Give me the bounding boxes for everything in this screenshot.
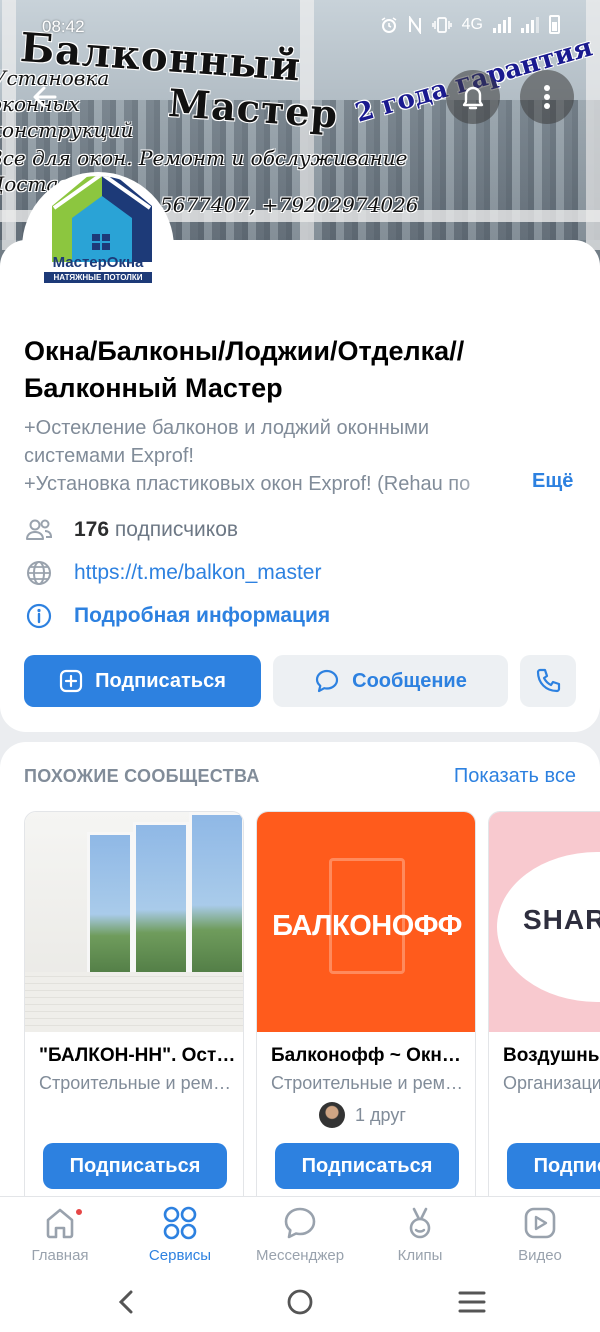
bottom-tab-bar: Главная Сервисы Мессенджер Клипы Видео <box>0 1196 600 1272</box>
community-card[interactable]: SHARB Воздушные шары Организация Подписа… <box>488 811 600 1211</box>
arrow-left-icon <box>33 86 57 108</box>
community-image: БАЛКОНОФФ <box>257 812 475 1032</box>
status-bar: 08:42 4G <box>0 0 600 54</box>
subscribers-label: подписчиков <box>114 518 239 541</box>
people-icon <box>26 519 53 540</box>
nav-recents-button[interactable] <box>452 1286 492 1318</box>
friends-count: 1 друг <box>355 1104 406 1125</box>
nav-back-button[interactable] <box>106 1286 146 1318</box>
message-button[interactable]: Сообщение <box>273 655 508 707</box>
description[interactable]: +Остекление балконов и лоджий оконными с… <box>24 414 524 498</box>
image-window <box>133 822 189 982</box>
details-link[interactable]: Подробная информация <box>74 604 330 628</box>
status-time: 08:42 <box>42 17 85 36</box>
tab-label: Главная <box>31 1247 89 1264</box>
services-icon <box>163 1206 197 1240</box>
subscribers-count: 176 <box>74 518 110 541</box>
show-all-link[interactable]: Показать все <box>454 765 576 788</box>
tab-video[interactable]: Видео <box>480 1205 600 1264</box>
logo-text-a: SHAR <box>523 904 600 935</box>
description-line: системами Exprof! <box>24 445 194 467</box>
avatar-brand-name: МастерОкна <box>52 254 144 271</box>
community-card[interactable]: БАЛКОНОФФ Балконофф ~ Окна и балконы Стр… <box>256 811 476 1211</box>
tab-label: Сервисы <box>148 1247 212 1264</box>
video-icon <box>524 1207 556 1239</box>
community-subscribe-button[interactable]: Подписаться <box>43 1143 227 1189</box>
plus-square-icon <box>60 669 83 693</box>
status-icons: 4G <box>380 15 560 34</box>
home-icon <box>46 1208 74 1239</box>
globe-icon <box>27 561 51 585</box>
call-button[interactable] <box>520 655 576 707</box>
community-subscribe-button[interactable]: Подписаться <box>275 1143 459 1189</box>
external-link[interactable]: https://t.me/balkon_master <box>74 561 321 585</box>
phone-icon <box>536 668 561 693</box>
bell-icon <box>462 86 484 110</box>
clips-icon <box>409 1207 431 1239</box>
similar-communities: ПОХОЖИЕ СООБЩЕСТВА Показать все "БАЛКОН-… <box>0 742 600 1212</box>
notification-badge <box>74 1207 84 1217</box>
tab-label: Видео <box>518 1247 562 1264</box>
community-category: Строительные и ремонтные <box>39 1073 239 1093</box>
similar-heading: ПОХОЖИЕ СООБЩЕСТВА <box>24 766 260 786</box>
info-icon <box>26 603 52 629</box>
menu-lines-icon <box>458 1291 486 1313</box>
alarm-icon <box>381 16 397 33</box>
tab-clips[interactable]: Клипы <box>360 1205 480 1264</box>
circle-home-icon <box>287 1289 313 1315</box>
tab-label: Мессенджер <box>255 1247 345 1264</box>
nav-home-button[interactable] <box>280 1286 320 1318</box>
description-line: +Остекление балконов и лоджий оконными <box>24 417 430 439</box>
avatar[interactable]: МастерОкна НАТЯЖНЫЕ ПОТОЛКИ <box>22 172 174 324</box>
tab-messenger[interactable]: Мессенджер <box>240 1205 360 1264</box>
cover-phones: 5677407, +79202974026 <box>160 193 419 217</box>
chevron-left-icon <box>118 1290 133 1314</box>
details-row[interactable]: Подробная информация <box>24 601 330 631</box>
subscribers-row[interactable]: 176 подписчиков <box>24 515 238 545</box>
friends-info: 1 друг <box>319 1102 406 1128</box>
image-window <box>189 812 243 982</box>
community-subscribe-button[interactable]: Подписаться <box>507 1143 600 1189</box>
signal-icon <box>493 16 511 33</box>
vibrate-icon <box>431 16 452 33</box>
image-window <box>87 832 133 982</box>
community-category: Организация <box>503 1073 600 1093</box>
network-type: 4G <box>461 15 483 33</box>
tab-services[interactable]: Сервисы <box>120 1205 240 1264</box>
notifications-button[interactable] <box>446 70 500 124</box>
cover-text-line: конструкций <box>0 118 134 142</box>
back-button[interactable] <box>18 70 72 124</box>
tab-home[interactable]: Главная <box>0 1205 120 1264</box>
page-title: Окна/Балконы/Лоджии/Отделка// Балконный … <box>24 336 465 403</box>
tab-label: Клипы <box>397 1247 443 1264</box>
community-category: Строительные и ремонтные <box>271 1073 471 1093</box>
description-more-link[interactable]: Ещё <box>532 470 573 493</box>
community-name: "БАЛКОН-НН". Остекление <box>39 1045 239 1066</box>
more-options-button[interactable] <box>520 70 574 124</box>
community-logo-text: БАЛКОНОФФ <box>272 910 462 942</box>
system-nav-bar <box>0 1272 600 1332</box>
signal-icon <box>521 16 539 33</box>
image-sill <box>25 972 243 1032</box>
more-vertical-icon <box>544 85 550 109</box>
community-image <box>25 812 243 1032</box>
community-card[interactable]: "БАЛКОН-НН". Остекление Строительные и р… <box>24 811 244 1211</box>
subscribe-button-label: Подписаться <box>95 669 226 692</box>
avatar-brand-sub: НАТЯЖНЫЕ ПОТОЛКИ <box>44 272 152 283</box>
message-button-label: Сообщение <box>352 669 467 692</box>
description-line: +Установка пластиковых окон Exprof! (Reh… <box>24 473 471 495</box>
community-name: Воздушные шары <box>503 1045 600 1066</box>
messenger-icon <box>284 1207 316 1239</box>
nfc-icon <box>408 15 421 34</box>
link-row[interactable]: https://t.me/balkon_master <box>24 558 321 588</box>
community-name: Балконофф ~ Окна и балконы <box>271 1045 471 1066</box>
community-image: SHARB <box>489 812 600 1032</box>
battery-icon <box>549 15 560 34</box>
subscribe-button[interactable]: Подписаться <box>24 655 261 707</box>
community-logo-text: SHARB <box>523 904 600 936</box>
friend-avatar <box>319 1102 345 1128</box>
cover-text-line: Все для окон. Ремонт и обслуживание <box>0 146 408 170</box>
house-logo-icon <box>52 176 152 262</box>
chat-bubble-icon <box>316 669 339 693</box>
